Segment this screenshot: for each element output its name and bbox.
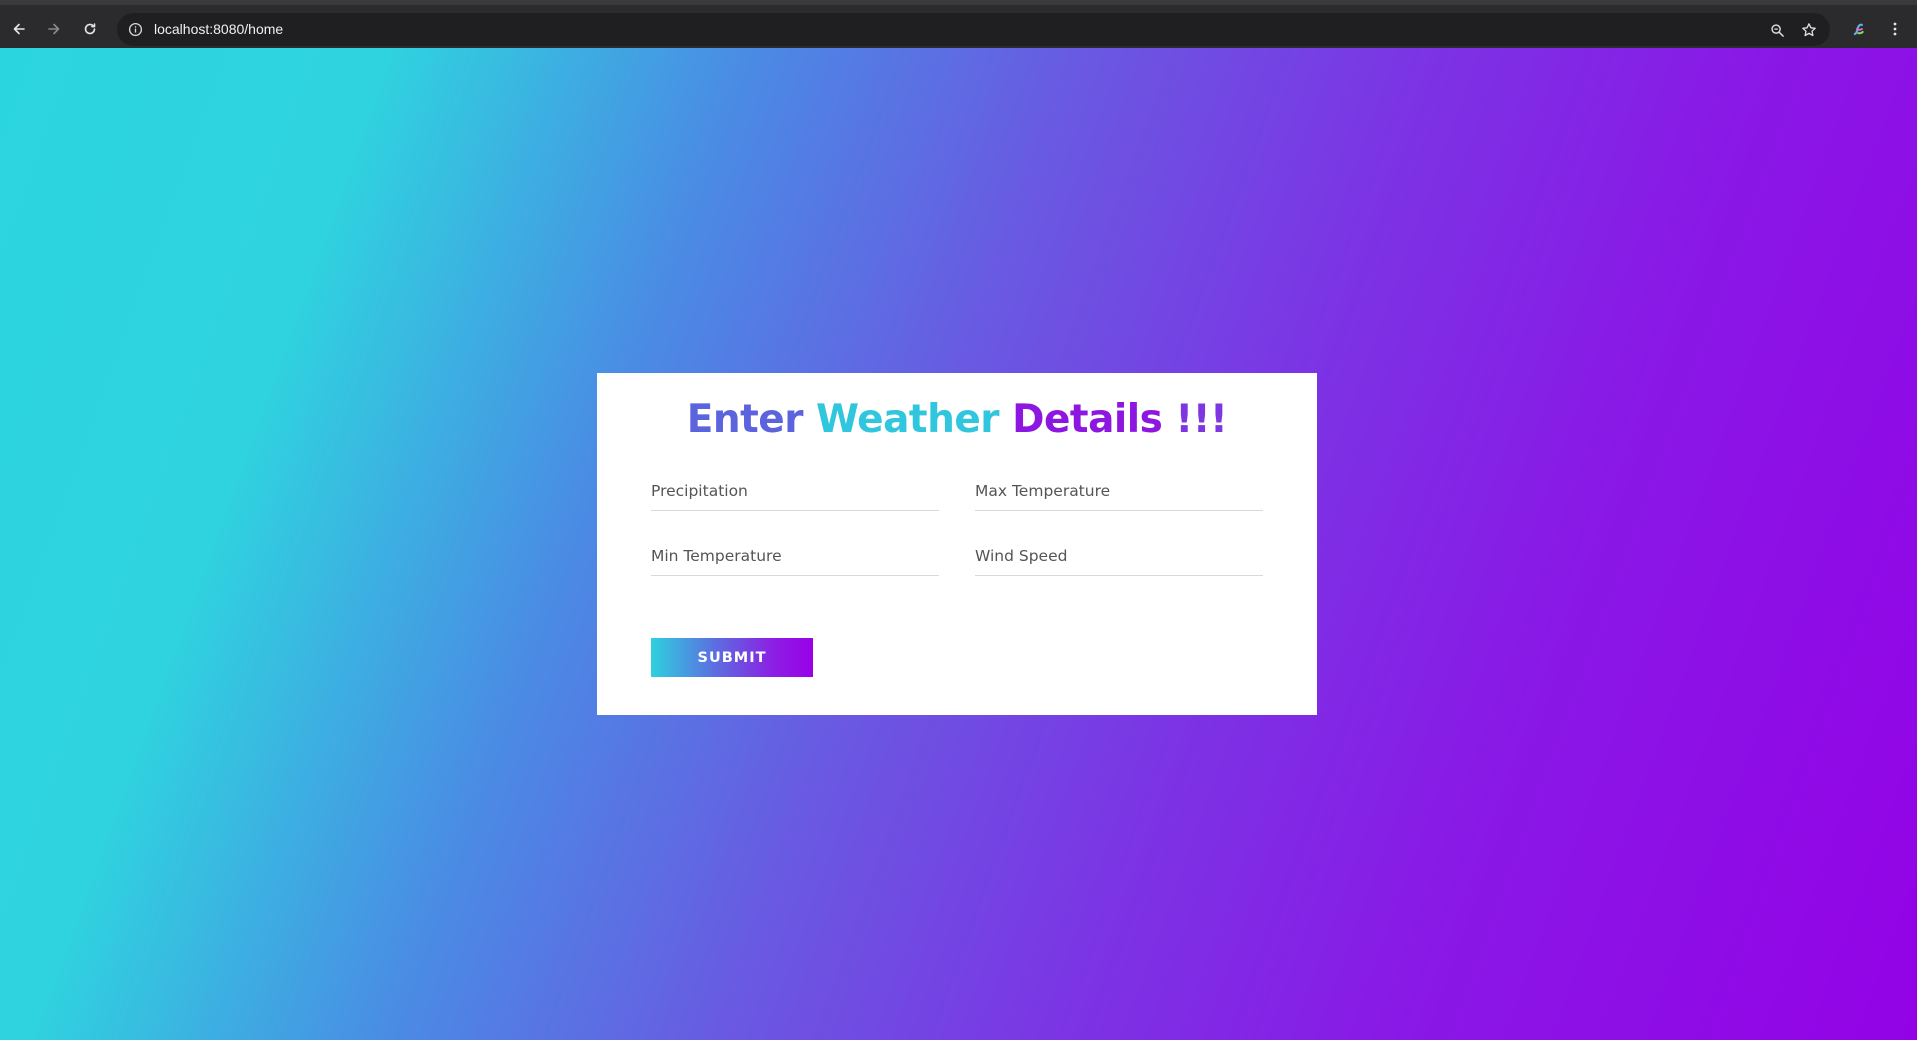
submit-button[interactable]: SUBMIT <box>651 638 813 677</box>
min-temperature-field <box>651 536 939 576</box>
info-icon[interactable] <box>127 21 144 38</box>
back-arrow-icon[interactable] <box>6 16 32 42</box>
wind-speed-input[interactable] <box>975 544 1263 568</box>
page-background: Enter Weather Details !!! SUBMIT <box>0 48 1917 1040</box>
title-word-weather: Weather <box>816 397 1000 442</box>
precipitation-input[interactable] <box>651 479 939 503</box>
min-temperature-input[interactable] <box>651 544 939 568</box>
title-word-details: Details <box>1012 397 1163 442</box>
max-temperature-input[interactable] <box>975 479 1263 503</box>
reload-icon[interactable] <box>77 16 103 42</box>
weather-form-card: Enter Weather Details !!! SUBMIT <box>597 373 1317 715</box>
profile-icon[interactable] <box>1847 17 1871 41</box>
zoom-icon[interactable] <box>1767 20 1787 40</box>
precipitation-field <box>651 471 939 511</box>
forward-arrow-icon[interactable] <box>41 16 67 42</box>
title-exclamation: !!! <box>1175 397 1228 442</box>
star-icon[interactable] <box>1799 20 1819 40</box>
kebab-menu-icon[interactable] <box>1883 17 1907 41</box>
address-bar[interactable]: localhost:8080/home <box>117 13 1830 46</box>
browser-toolbar: localhost:8080/home <box>0 0 1917 48</box>
url-text[interactable]: localhost:8080/home <box>154 21 283 38</box>
title-word-enter: Enter <box>686 397 804 442</box>
max-temperature-field <box>975 471 1263 511</box>
wind-speed-field <box>975 536 1263 576</box>
page-title: Enter Weather Details !!! <box>597 397 1317 442</box>
